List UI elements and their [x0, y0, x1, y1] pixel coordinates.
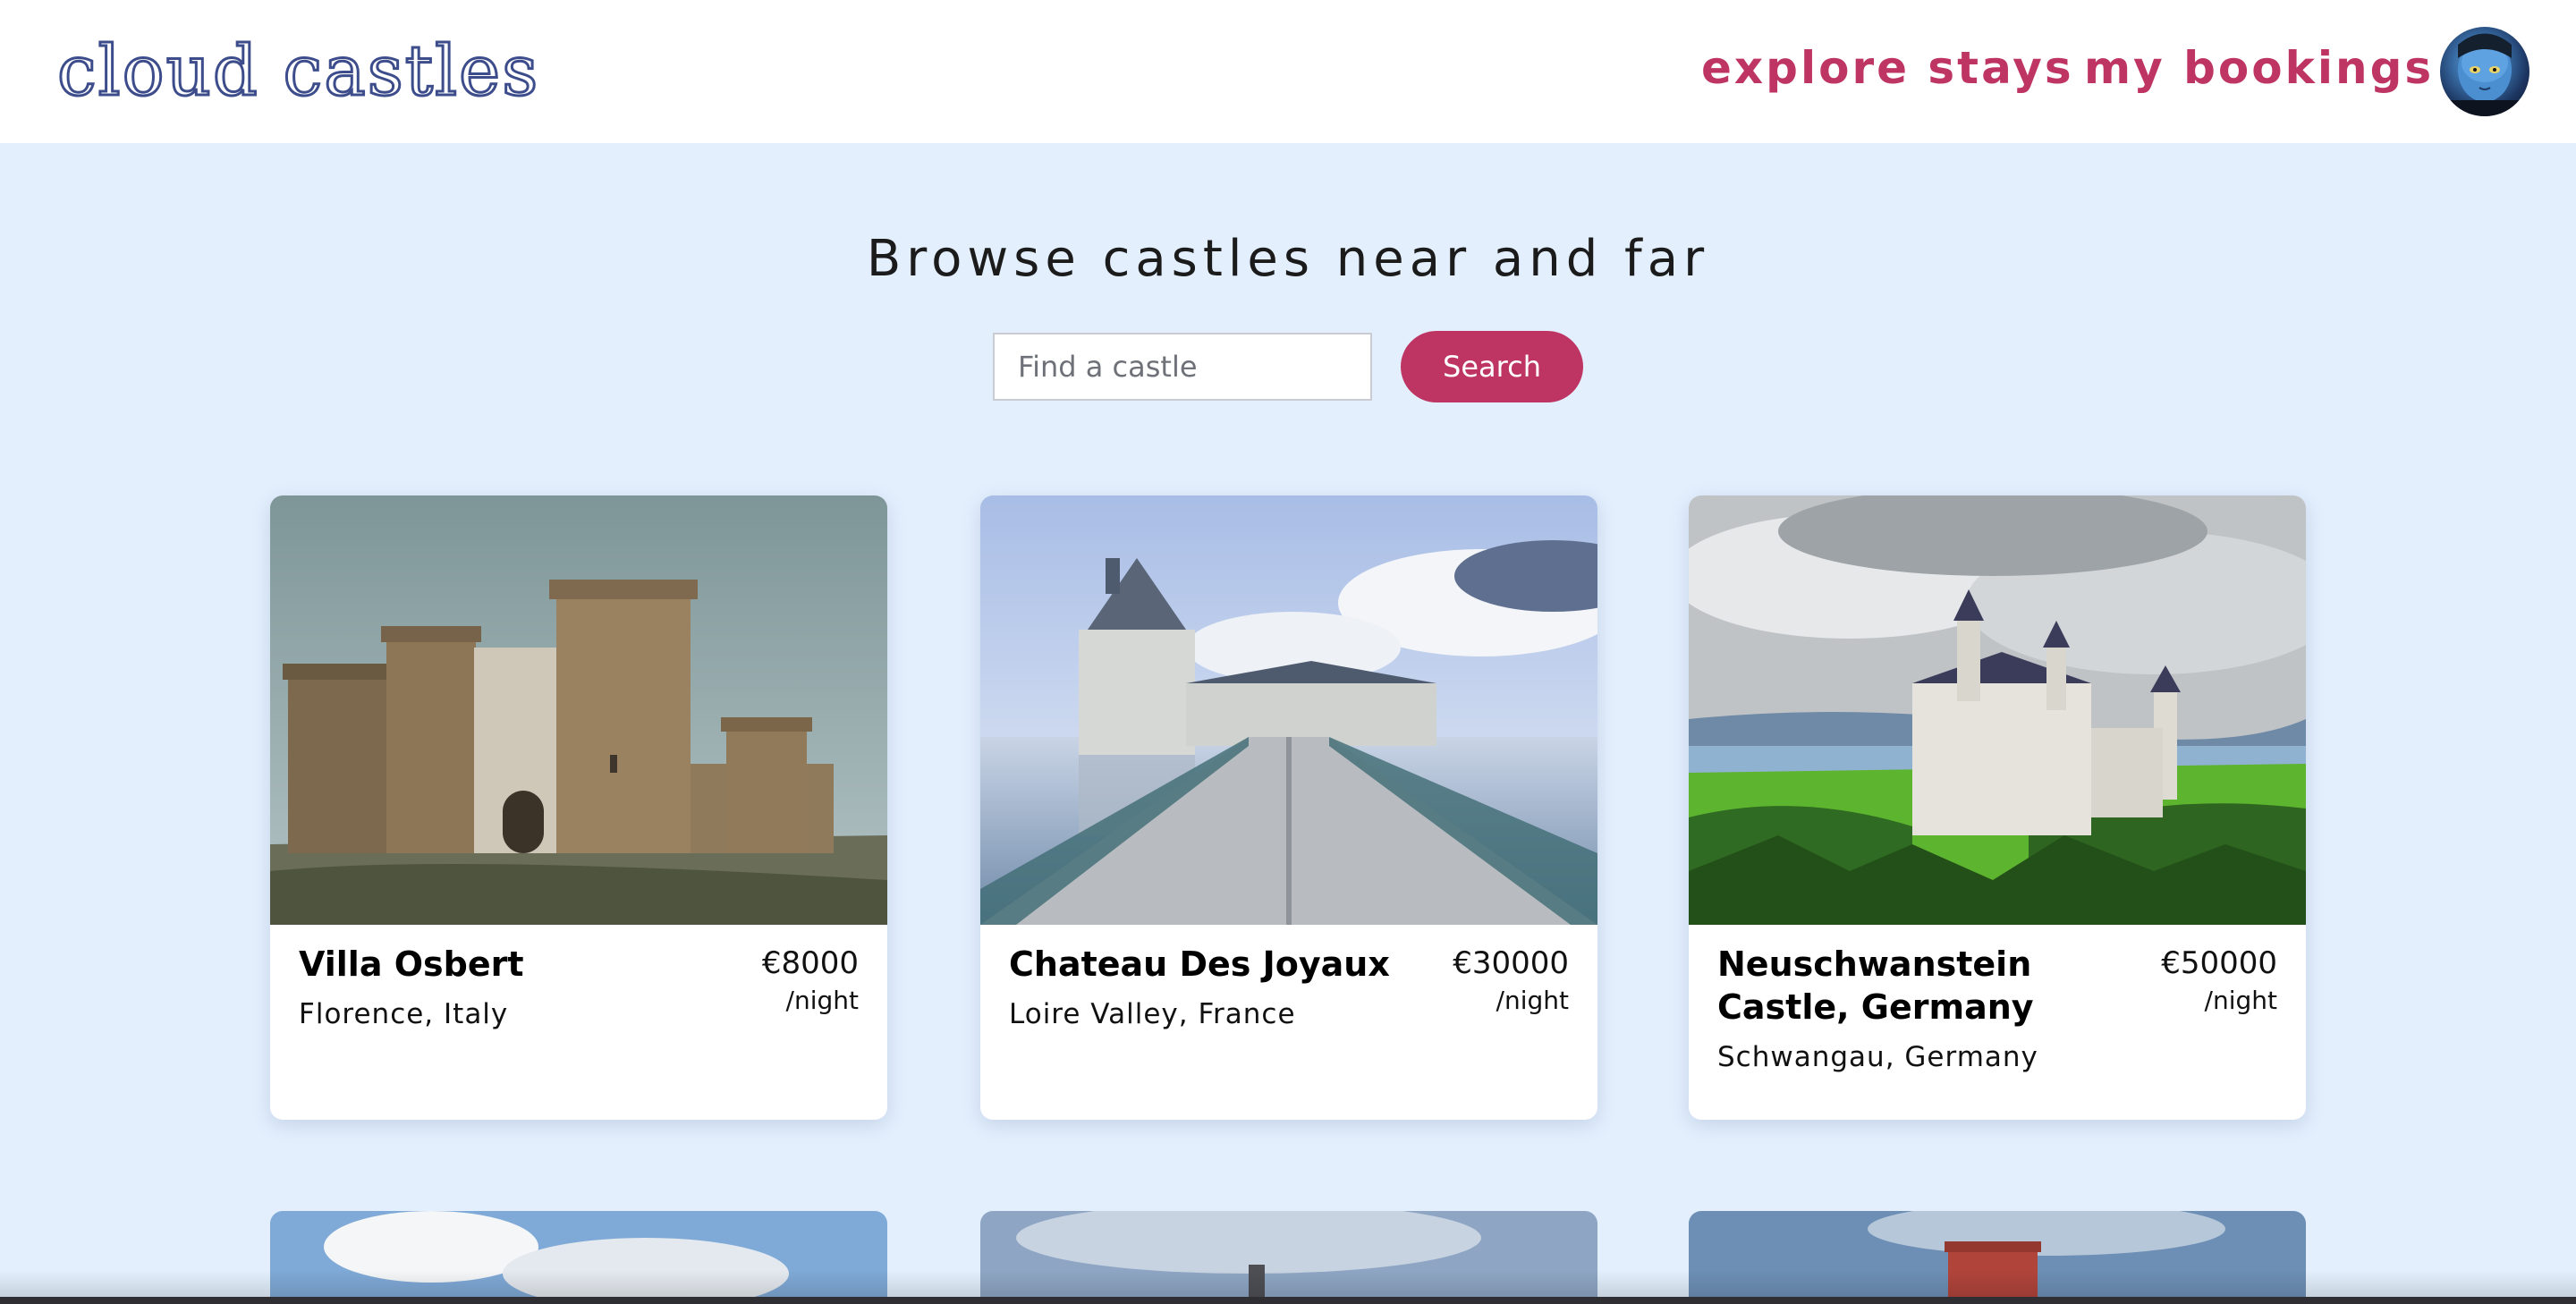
search-input[interactable] — [993, 333, 1372, 401]
window-bottom-edge — [0, 1297, 2576, 1304]
search-button[interactable]: Search — [1401, 331, 1583, 402]
castle-location: Loire Valley, France — [1009, 998, 1296, 1030]
castle-photo — [980, 495, 1597, 925]
user-avatar-icon[interactable] — [2440, 27, 2529, 116]
castle-card[interactable]: Neuschwanstein Castle, Germany €50000 /n… — [1689, 495, 2306, 1120]
castle-location: Florence, Italy — [299, 998, 509, 1030]
price-unit: /night — [1496, 986, 1569, 1015]
castle-photo — [1689, 495, 2306, 925]
price-unit: /night — [785, 986, 859, 1015]
page-title: Browse castles near and far — [866, 230, 1710, 288]
castle-price: €30000 — [1453, 945, 1569, 981]
castle-card[interactable]: Chateau Des Joyaux €30000 /night Loire V… — [980, 495, 1597, 1120]
castle-name: Chateau Des Joyaux — [1009, 944, 1390, 984]
castle-name: Neuschwanstein Castle, Germany — [1717, 944, 2034, 1027]
site-logo[interactable]: cloud castles — [55, 29, 539, 114]
nav-my-bookings[interactable]: my bookings — [2084, 39, 2434, 97]
castle-price: €50000 — [2161, 945, 2277, 981]
castle-name: Villa Osbert — [299, 944, 524, 984]
nav-explore-stays[interactable]: explore stays — [1701, 39, 2074, 97]
castle-photo — [270, 495, 887, 925]
castle-price: €8000 — [761, 945, 859, 981]
castle-location: Schwangau, Germany — [1717, 1041, 2038, 1073]
price-unit: /night — [2204, 986, 2277, 1015]
castle-card[interactable]: Villa Osbert €8000 /night Florence, Ital… — [270, 495, 887, 1120]
top-nav-bar: cloud castles explore stays my bookings — [0, 0, 2576, 143]
viewport-bottom-shadow — [0, 1270, 2576, 1297]
